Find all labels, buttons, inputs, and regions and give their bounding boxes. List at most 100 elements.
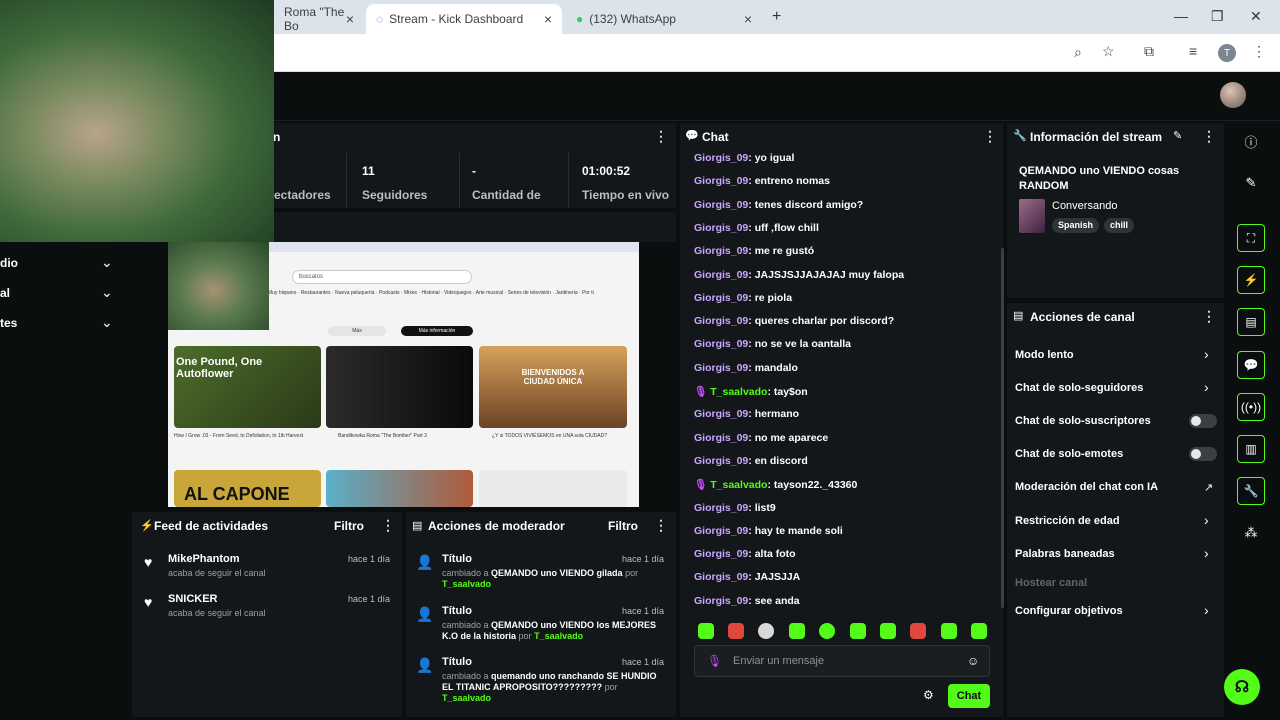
new-tab-button[interactable]: + [772, 8, 781, 26]
action-set-goals[interactable]: Configurar objetivos [1015, 605, 1123, 617]
sidebar-item-ajustes[interactable]: tes [0, 316, 17, 330]
filter-button[interactable]: Filtro [334, 519, 364, 533]
chat-username[interactable]: Giorgis_09 [694, 292, 748, 304]
emote-icon[interactable] [789, 623, 805, 639]
panel-menu-icon[interactable]: ⋮ [654, 128, 668, 145]
send-chat-button[interactable]: Chat [948, 684, 990, 708]
chat-username[interactable]: Giorgis_09 [694, 338, 748, 350]
chat-username[interactable]: Giorgis_09 [694, 315, 748, 327]
panel-menu-icon[interactable]: ⋮ [1202, 308, 1216, 325]
chat-username[interactable]: Giorgis_09 [694, 408, 748, 420]
action-age-restriction[interactable]: Restricción de edad [1015, 515, 1120, 527]
chat-username[interactable]: Giorgis_09 [694, 595, 748, 607]
emoji-icon[interactable]: ☺ [967, 654, 979, 668]
feed-username[interactable]: MikePhantom [168, 553, 240, 565]
emote-icon[interactable] [910, 623, 926, 639]
chat-username[interactable]: Giorgis_09 [694, 175, 748, 187]
extensions-icon[interactable]: ⧉ [1144, 43, 1154, 60]
action-banned-words[interactable]: Palabras baneadas [1015, 548, 1115, 560]
chat-scrollbar[interactable] [1001, 248, 1004, 608]
chat-username[interactable]: Giorgis_09 [694, 548, 748, 560]
panel-menu-icon[interactable]: ⋮ [381, 517, 395, 534]
chevron-right-icon[interactable]: › [1204, 346, 1209, 362]
wrench-icon[interactable]: 🔧 [1237, 477, 1265, 505]
action-followers-only[interactable]: Chat de solo-seguidores [1015, 382, 1143, 394]
minimize-button[interactable]: — [1174, 8, 1188, 24]
profile-avatar[interactable]: T [1218, 44, 1236, 62]
close-window-button[interactable]: ✕ [1250, 8, 1262, 25]
chat-username[interactable]: T_saalvado [710, 479, 767, 491]
edit-pencil-icon[interactable]: ✎ [1237, 169, 1265, 197]
subscribers-only-toggle[interactable] [1189, 414, 1217, 428]
chevron-down-icon[interactable]: ⌄ [101, 254, 113, 271]
user-avatar[interactable] [1220, 82, 1246, 108]
category-name[interactable]: Conversando [1052, 200, 1117, 212]
chat-username[interactable]: Giorgis_09 [694, 502, 748, 514]
action-ai-moderation[interactable]: Moderación del chat con IA [1015, 481, 1158, 493]
sidebar-item-audio[interactable]: dio [0, 256, 18, 270]
chat-username[interactable]: Giorgis_09 [694, 432, 748, 444]
chevron-down-icon[interactable]: ⌄ [101, 314, 113, 331]
bookmark-star-icon[interactable]: ☆ [1102, 43, 1115, 60]
fullscreen-icon[interactable]: ⛶ [1237, 224, 1265, 252]
info-icon[interactable]: ⓘ [1237, 127, 1265, 155]
gear-icon[interactable]: ⚙ [923, 688, 934, 702]
chat-username[interactable]: Giorgis_09 [694, 525, 748, 537]
action-slow-mode[interactable]: Modo lento [1015, 349, 1074, 361]
microphone-icon[interactable]: 🎙 [707, 654, 722, 668]
chat-username[interactable]: T_saalvado [710, 386, 767, 398]
external-link-icon[interactable]: ↗ [1204, 481, 1213, 494]
tab-close-icon[interactable]: × [544, 11, 552, 27]
url-field[interactable] [280, 39, 1100, 67]
emote-icon[interactable] [758, 623, 774, 639]
broadcast-icon[interactable]: ((•)) [1237, 393, 1265, 421]
chat-username[interactable]: Giorgis_09 [694, 152, 748, 164]
chevron-right-icon[interactable]: › [1204, 545, 1209, 561]
emotes-only-toggle[interactable] [1189, 447, 1217, 461]
emote-icon[interactable] [971, 623, 987, 639]
chat-username[interactable]: Giorgis_09 [694, 455, 748, 467]
tab-roma[interactable]: Roma "The Bo × [274, 4, 364, 34]
chat-username[interactable]: Giorgis_09 [694, 199, 748, 211]
action-subscribers-only[interactable]: Chat de solo-suscriptores [1015, 415, 1151, 427]
emote-icon[interactable] [941, 623, 957, 639]
layout-icon[interactable]: ▥ [1237, 435, 1265, 463]
panel-menu-icon[interactable]: ⋮ [654, 517, 668, 534]
action-emotes-only[interactable]: Chat de solo-emotes [1015, 448, 1123, 460]
maximize-button[interactable]: ❐ [1211, 8, 1224, 25]
mod-user[interactable]: T_saalvado [534, 631, 583, 641]
feed-username[interactable]: SNICKER [168, 593, 218, 605]
emote-icon[interactable] [728, 623, 744, 639]
tab-kick-dashboard[interactable]: ◌ Stream - Kick Dashboard × [366, 4, 562, 34]
chevron-right-icon[interactable]: › [1204, 379, 1209, 395]
menu-kebab-icon[interactable]: ⋮ [1252, 43, 1266, 60]
emote-icon[interactable] [819, 623, 835, 639]
zoom-icon[interactable]: ⌕ [1074, 44, 1082, 61]
chat-username[interactable]: Giorgis_09 [694, 245, 748, 257]
chevron-right-icon[interactable]: › [1204, 512, 1209, 528]
help-chat-icon[interactable]: ☊ [1224, 669, 1260, 705]
chat-username[interactable]: Giorgis_09 [694, 571, 748, 583]
emote-icon[interactable] [880, 623, 896, 639]
sidebar-item-canal[interactable]: al [0, 286, 10, 300]
chat-input-box[interactable]: 🎙 Enviar un mensaje ☺ [694, 645, 990, 677]
chat-username[interactable]: Giorgis_09 [694, 362, 748, 374]
tab-whatsapp[interactable]: ● (132) WhatsApp × [566, 4, 762, 34]
chevron-right-icon[interactable]: › [1204, 602, 1209, 618]
chevron-down-icon[interactable]: ⌄ [101, 284, 113, 301]
mod-user[interactable]: T_saalvado [442, 579, 491, 589]
emote-icon[interactable] [850, 623, 866, 639]
edit-pencil-icon[interactable]: ✎ [1173, 129, 1182, 142]
category-thumbnail[interactable] [1019, 199, 1045, 233]
panel-menu-icon[interactable]: ⋮ [1202, 128, 1216, 145]
chat-icon[interactable]: 💬 [1237, 351, 1265, 379]
network-icon[interactable]: ⁂ [1237, 519, 1265, 547]
tag-badge[interactable]: chill [1104, 218, 1135, 233]
chat-username[interactable]: Giorgis_09 [694, 269, 748, 281]
media-icon[interactable]: ≡ [1189, 43, 1197, 59]
tag-badge[interactable]: Spanish [1052, 218, 1100, 233]
lightning-icon[interactable]: ⚡ [1237, 266, 1265, 294]
panel-menu-icon[interactable]: ⋮ [983, 128, 997, 145]
filter-button[interactable]: Filtro [608, 519, 638, 533]
tab-close-icon[interactable]: × [346, 11, 354, 27]
